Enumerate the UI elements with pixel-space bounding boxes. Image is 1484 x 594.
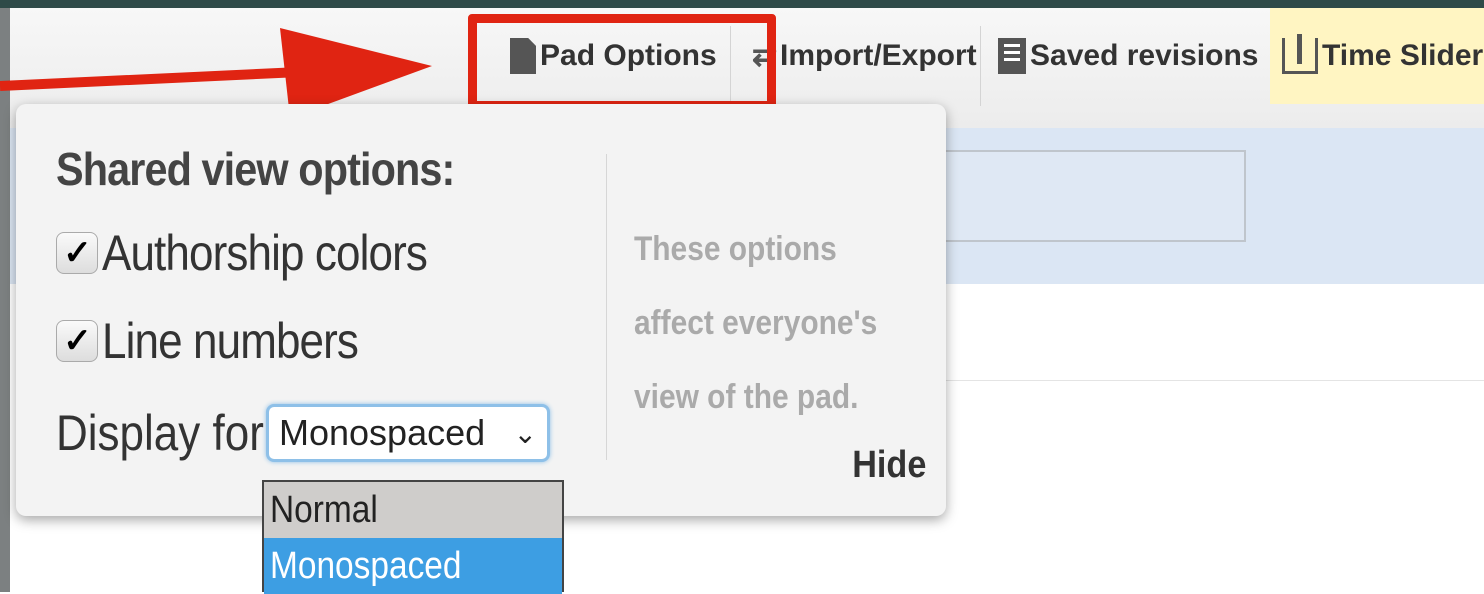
- toolbar-separator: [980, 26, 981, 106]
- line-numbers-option[interactable]: ✓ Line numbers: [56, 312, 393, 370]
- saved-revisions-label: Saved revisions: [1030, 39, 1259, 72]
- popup-divider: [606, 154, 607, 460]
- time-slider-icon: [1282, 34, 1318, 74]
- saved-revisions-button[interactable]: Saved revisions: [998, 8, 1258, 104]
- authorship-colors-option[interactable]: ✓ Authorship colors: [56, 224, 471, 282]
- line-numbers-checkbox[interactable]: ✓: [56, 320, 98, 362]
- popup-note: These options affect everyone's view of …: [634, 212, 889, 434]
- note-line: affect everyone's: [634, 304, 878, 342]
- dropdown-option-normal[interactable]: Normal: [264, 482, 562, 538]
- import-export-button[interactable]: ⇄ Import/Export: [752, 8, 977, 104]
- pad-title-box[interactable]: [940, 150, 1246, 242]
- font-select[interactable]: Monospaced ⌄: [266, 404, 550, 462]
- save-icon: [998, 38, 1026, 74]
- font-select-value: Monospaced: [279, 412, 486, 453]
- highlight-box: [468, 14, 776, 110]
- popup-heading: Shared view options:: [56, 143, 455, 195]
- note-line: view of the pad.: [634, 378, 859, 416]
- hide-link[interactable]: Hide: [852, 444, 926, 487]
- authorship-colors-checkbox[interactable]: ✓: [56, 232, 98, 274]
- import-export-label: Import/Export: [780, 39, 977, 72]
- font-dropdown-list: Normal Monospaced: [262, 480, 564, 594]
- time-slider-label: Time Slider: [1322, 39, 1484, 72]
- pad-options-popup: Shared view options: ✓ Authorship colors…: [16, 104, 946, 516]
- chevron-down-icon: ⌄: [513, 417, 537, 449]
- dropdown-option-monospaced[interactable]: Monospaced: [264, 538, 562, 594]
- time-slider-button[interactable]: Time Slider: [1270, 8, 1484, 104]
- display-font-row: Display for Monospaced ⌄: [56, 404, 550, 462]
- authorship-colors-label: Authorship colors: [102, 225, 428, 281]
- checkmark-icon: ✓: [63, 322, 91, 360]
- line-numbers-label: Line numbers: [102, 313, 359, 369]
- checkmark-icon: ✓: [63, 234, 91, 272]
- note-line: These options: [634, 230, 837, 268]
- display-for-label: Display for: [56, 405, 264, 461]
